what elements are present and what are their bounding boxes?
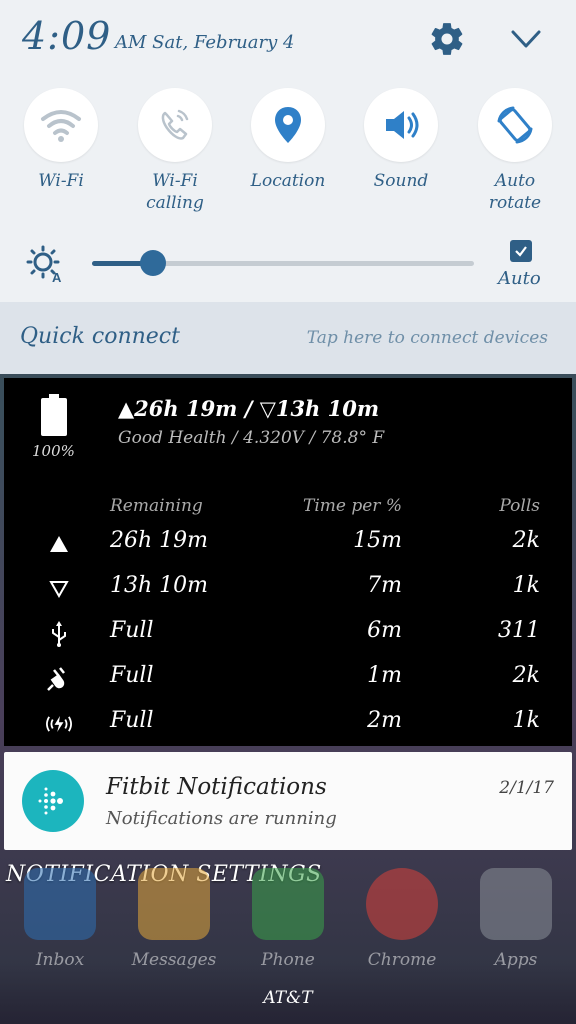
location-pin-icon — [275, 107, 301, 143]
notification-date: 2/1/17 — [499, 778, 554, 798]
checkmark-icon — [515, 246, 527, 257]
discharge-active-icon — [42, 530, 76, 558]
row-time-per: 7m — [367, 573, 402, 598]
battery-percent: 100% — [32, 442, 75, 460]
auto-brightness-label: Auto — [498, 268, 541, 289]
auto-brightness-checkbox[interactable] — [510, 240, 532, 262]
settings-gear-icon[interactable] — [428, 20, 466, 58]
toggle-location[interactable]: Location — [233, 88, 343, 192]
toggle-location-label: Location — [250, 171, 326, 191]
battery-full-icon — [41, 394, 67, 436]
battery-row: Full 2m 1k — [4, 702, 572, 746]
brightness-slider-knob[interactable] — [140, 250, 167, 276]
brightness-slider[interactable] — [92, 250, 474, 276]
row-polls: 1k — [512, 708, 540, 733]
quick-connect-title: Quick connect — [20, 324, 180, 349]
battery-widget-notification[interactable]: 100% ▲26h 19m / ▽13h 10m Good Health / 4… — [4, 378, 572, 746]
toggle-auto-rotate-label: Auto rotate — [488, 171, 542, 213]
usb-icon — [42, 620, 76, 648]
battery-row: Full 6m 311 — [4, 612, 572, 656]
dock-app-phone: Phone — [238, 868, 338, 970]
collapse-chevron-icon[interactable] — [508, 24, 544, 54]
quick-connect-hint: Tap here to connect devices — [306, 328, 548, 348]
row-polls: 1k — [512, 573, 540, 598]
ac-plug-icon — [42, 665, 76, 693]
row-time-per: 2m — [367, 708, 402, 733]
toggle-auto-rotate[interactable]: Auto rotate — [460, 88, 570, 214]
wifi-icon — [41, 110, 81, 142]
svg-text:A: A — [52, 270, 62, 284]
brightness-auto-icon: A — [26, 245, 62, 284]
battery-row: Full 1m 2k — [4, 657, 572, 701]
column-header-remaining: Remaining — [110, 496, 203, 516]
row-polls: 2k — [512, 528, 540, 553]
apps-grid-icon — [480, 868, 552, 940]
wireless-charge-icon — [42, 710, 76, 738]
dock-app-messages: Messages — [124, 868, 224, 970]
toggle-wifi[interactable]: Wi-Fi — [6, 88, 116, 192]
toggle-sound[interactable]: Sound — [346, 88, 456, 192]
chrome-icon — [366, 868, 438, 940]
clock-date: AM Sat, February 4 — [115, 32, 295, 53]
fitbit-logo-icon — [22, 770, 84, 832]
row-remaining: 13h 10m — [110, 573, 209, 598]
messages-icon — [138, 868, 210, 940]
battery-health: Good Health / 4.320V / 78.8° F — [118, 428, 385, 448]
notification-title: Fitbit Notifications — [106, 774, 327, 800]
row-remaining: Full — [110, 663, 154, 688]
dock-app-inbox: Inbox — [10, 868, 110, 970]
row-remaining: Full — [110, 708, 154, 733]
row-time-per: 15m — [353, 528, 402, 553]
battery-row: 13h 10m 7m 1k — [4, 567, 572, 611]
quick-panel: 4:09 AM Sat, February 4 Wi-Fi Wi-Fi call… — [0, 0, 576, 302]
notification-subtitle: Notifications are running — [106, 808, 337, 829]
row-remaining: Full — [110, 618, 154, 643]
battery-summary: ▲26h 19m / ▽13h 10m — [118, 396, 380, 421]
row-time-per: 1m — [367, 663, 402, 688]
carrier-label: AT&T — [263, 988, 313, 1008]
column-header-polls: Polls — [499, 496, 540, 516]
toggle-sound-label: Sound — [373, 171, 429, 191]
wifi-calling-icon — [161, 109, 189, 140]
column-header-time-per: Time per % — [303, 496, 402, 516]
quick-connect-bar[interactable]: Quick connect Tap here to connect device… — [0, 302, 576, 374]
phone-icon — [252, 868, 324, 940]
row-time-per: 6m — [367, 618, 402, 643]
toggle-wifi-label: Wi-Fi — [38, 171, 84, 191]
row-polls: 2k — [512, 663, 540, 688]
dock-app-chrome: Chrome — [352, 868, 452, 970]
toggle-wifi-calling[interactable]: Wi-Fi calling — [120, 88, 230, 214]
row-remaining: 26h 19m — [110, 528, 209, 553]
discharge-idle-icon — [42, 575, 76, 603]
toggle-wifi-calling-label: Wi-Fi calling — [146, 171, 204, 213]
dock-app-apps: Apps — [466, 868, 566, 970]
battery-row: 26h 19m 15m 2k — [4, 522, 572, 566]
row-polls: 311 — [498, 618, 540, 643]
clock-time: 4:09 — [22, 14, 112, 58]
speaker-icon — [386, 111, 419, 139]
inbox-icon — [24, 868, 96, 940]
fitbit-notification[interactable]: Fitbit Notifications Notifications are r… — [4, 752, 572, 850]
auto-rotate-icon — [497, 106, 533, 144]
